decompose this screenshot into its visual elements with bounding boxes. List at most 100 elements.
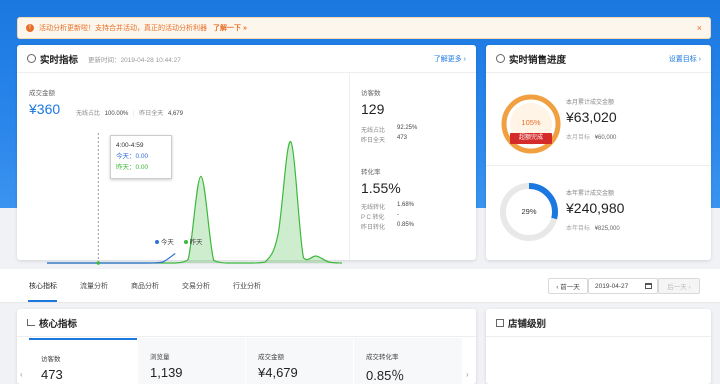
metrics-scroll-right[interactable]: › xyxy=(466,370,469,379)
month-value: ¥63,020 xyxy=(566,109,617,125)
learn-more-link[interactable]: 了解更多 › xyxy=(434,54,466,64)
shop-level-card: 店铺级别 xyxy=(486,309,711,384)
prev-day-button[interactable]: ‹ 前一天 xyxy=(548,278,588,294)
metric-value: 1,139 xyxy=(150,365,183,380)
gmv-wireless-value: 100.00% xyxy=(104,111,129,117)
visitors-wireless-label: 无线占比 xyxy=(361,128,386,134)
metric-value: 0.85％ xyxy=(366,368,405,383)
tooltip-yesterday: 昨天：0.00 xyxy=(116,164,149,171)
tab-industry[interactable]: 行业分析 xyxy=(233,281,261,291)
date-value: 2019-04-27 xyxy=(595,282,629,290)
tab-active-indicator xyxy=(28,300,57,302)
gmv-yesterday-label: 昨日全天 xyxy=(139,111,164,117)
realtime-card: 实时指标 更新时间：2019-04-28 10:44:27 了解更多 › 成交金… xyxy=(17,45,476,273)
metrics-scroll-left[interactable]: ‹ xyxy=(20,370,23,379)
core-title: 核心指标 xyxy=(39,318,78,330)
month-target-label: 本月目标 xyxy=(566,135,591,141)
year-label: 本年累计成交金额 xyxy=(566,191,615,197)
close-icon[interactable]: × xyxy=(697,23,702,33)
month-label: 本月累计成交金额 xyxy=(566,100,615,106)
year-percent: 29% xyxy=(521,207,537,216)
target-icon xyxy=(496,54,505,63)
year-value: ¥240,980 xyxy=(566,200,625,216)
gmv-value: ¥360 xyxy=(29,101,61,117)
legend-today: 今天 xyxy=(160,239,174,246)
month-target-row: 本月目标 ¥60,000 xyxy=(566,132,616,141)
chart-tooltip: 4:00-4:59 今天：0.00 昨天：0.00 xyxy=(110,135,172,179)
visitors-wireless-row: 无线占比 92.25% xyxy=(361,125,417,134)
series-line-today xyxy=(47,252,176,264)
metric-gmv[interactable]: 成交金额 ¥4,679 xyxy=(246,338,353,384)
month-target-value: ¥60,000 xyxy=(594,135,617,141)
visitors-yesterday-row: 昨日全天 473 xyxy=(361,135,407,144)
sales-title: 实时销售进度 xyxy=(509,54,567,66)
notice-link[interactable]: 了解一下 » xyxy=(213,23,247,33)
realtime-chart: 0:003:006:009:0012:0015:0018:0021:00 xyxy=(41,133,343,273)
gmv-label: 成交金额 xyxy=(29,90,55,97)
metric-pageviews[interactable]: 浏览量 1,139 xyxy=(138,338,245,384)
metric-label: 成交转化率 xyxy=(366,354,399,361)
notice-text: 活动分析更新啦！支持合并活动，真正的活动分析利器 xyxy=(39,25,207,32)
gmv-wireless-label: 无线占比 xyxy=(76,111,101,117)
tab-traffic[interactable]: 流量分析 xyxy=(80,281,108,291)
metric-label: 浏览量 xyxy=(150,354,170,361)
core-card-header: 核心指标 xyxy=(17,309,476,337)
metric-conversion[interactable]: 成交转化率 0.85％ xyxy=(354,338,462,384)
bar-chart-icon xyxy=(27,319,35,326)
metric-visitors[interactable]: 访客数 473 xyxy=(29,338,137,384)
legend-yesterday-dot xyxy=(183,240,188,244)
conv-wireless-label: 无线转化 xyxy=(361,205,386,211)
conv-yesterday-label: 昨日转化 xyxy=(361,225,386,231)
chart-legend: 今天 昨天 xyxy=(155,236,202,246)
legend-today-dot xyxy=(155,240,159,244)
metric-value: ¥4,679 xyxy=(258,365,298,380)
clock-icon xyxy=(27,54,36,63)
set-target-link[interactable]: 设置目标 › xyxy=(669,54,701,64)
metric-label: 成交金额 xyxy=(258,354,284,361)
tab-trade[interactable]: 交易分析 xyxy=(182,281,210,291)
year-target-row: 本年目标 ¥825,000 xyxy=(566,223,620,232)
visitors-wireless-value: 92.25% xyxy=(397,125,418,131)
legend-yesterday: 昨天 xyxy=(189,239,203,246)
visitors-value: 129 xyxy=(361,101,385,117)
tooltip-time: 4:00-4:59 xyxy=(116,142,144,149)
notice-icon: ! xyxy=(26,24,34,32)
conv-pc-value: - xyxy=(397,212,399,218)
gmv-wireless: 无线占比 100.00% | 昨日全天 4,679 xyxy=(76,108,183,117)
calendar-icon xyxy=(645,283,652,289)
conv-pc-row: P C 转化 - xyxy=(361,212,399,221)
visitors-label: 访客数 xyxy=(361,90,381,97)
conversion-value: 1.55% xyxy=(361,180,401,196)
sales-card: 实时销售进度 设置目标 › 105% 超额完成 本月累计成交金额 ¥63,020… xyxy=(486,45,711,260)
conv-yesterday-value: 0.85% xyxy=(397,222,415,228)
update-time: 更新时间：2019-04-28 10:44:27 xyxy=(88,56,181,64)
gmv-divider: | xyxy=(133,111,135,117)
conv-yesterday-row: 昨日转化 0.85% xyxy=(361,222,414,231)
conversion-label: 转化率 xyxy=(361,169,381,176)
sales-divider xyxy=(486,165,711,166)
realtime-card-header: 实时指标 更新时间：2019-04-28 10:44:27 了解更多 › xyxy=(17,45,476,73)
metric-value: 473 xyxy=(41,367,63,382)
shop-level-header: 店铺级别 xyxy=(486,309,711,337)
visitors-yesterday-label: 昨日全天 xyxy=(361,138,386,144)
tab-core[interactable]: 核心指标 xyxy=(29,281,57,291)
notice-bar: ! 活动分析更新啦！支持合并活动，真正的活动分析利器 了解一下 » × xyxy=(17,17,711,39)
month-percent: 105% xyxy=(521,118,541,127)
visitors-yesterday-value: 473 xyxy=(397,135,408,141)
tab-product[interactable]: 商品分析 xyxy=(131,281,159,291)
year-target-value: ¥825,000 xyxy=(594,226,620,232)
sales-card-header: 实时销售进度 设置目标 › xyxy=(486,45,711,73)
conv-pc-label: P C 转化 xyxy=(361,215,385,221)
realtime-divider xyxy=(349,73,350,260)
tooltip-today: 今天：0.00 xyxy=(116,153,149,160)
metric-label: 访客数 xyxy=(41,356,61,363)
date-picker[interactable]: 2019-04-27 xyxy=(588,278,658,294)
conv-wireless-row: 无线转化 1.68% xyxy=(361,202,414,211)
next-day-button[interactable]: 后一天 › xyxy=(658,278,700,294)
year-target-label: 本年目标 xyxy=(566,226,591,232)
gmv-yesterday-value: 4,679 xyxy=(167,111,183,117)
realtime-title: 实时指标 xyxy=(40,54,79,66)
shop-level-title: 店铺级别 xyxy=(508,318,547,330)
month-badge: 超额完成 xyxy=(510,133,552,144)
shop-icon xyxy=(496,318,504,327)
